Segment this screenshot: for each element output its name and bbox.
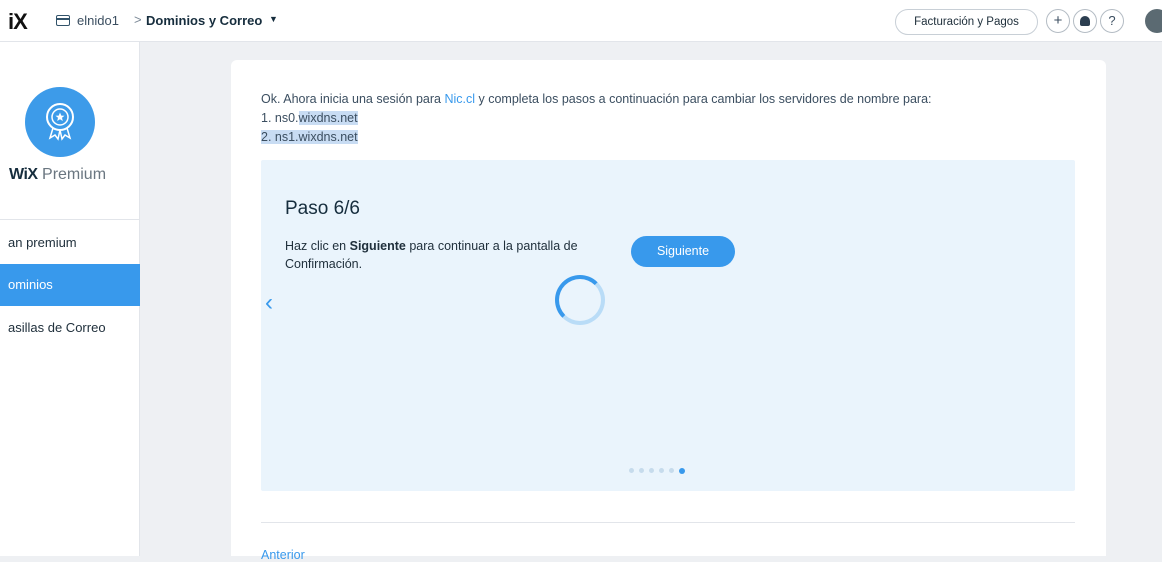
intro-text-start: Ok. Ahora inicia una sesión para <box>261 92 445 106</box>
sidebar-item-casillas-de-correo[interactable]: asillas de Correo <box>0 307 140 349</box>
step-instructions: Haz clic en Siguiente para continuar a l… <box>285 237 605 273</box>
step-dot[interactable] <box>669 468 674 474</box>
premium-badge-icon <box>25 87 95 157</box>
step-panel: Paso 6/6 Haz clic en Siguiente para cont… <box>261 160 1075 491</box>
main-card: Ok. Ahora inicia una sesión para Nic.cl … <box>231 60 1106 562</box>
step-dot[interactable] <box>649 468 654 474</box>
instructions-text: Ok. Ahora inicia una sesión para Nic.cl … <box>261 90 1081 147</box>
nameserver-1-domain: wixdns.net <box>298 111 358 125</box>
sidebar-item-plan-premium[interactable]: an premium <box>0 222 140 264</box>
bell-icon <box>1080 16 1090 26</box>
step-text-bold: Siguiente <box>349 239 406 253</box>
nameserver-1-prefix: 1. ns0. <box>261 111 299 125</box>
nameserver-1: 1. ns0.wixdns.net <box>261 111 358 125</box>
add-button[interactable]: + <box>1046 9 1070 33</box>
sidebar-divider <box>0 219 140 220</box>
step-dot[interactable] <box>659 468 664 474</box>
top-bar: iX elnido1 > Dominios y Correo ▼ Factura… <box>0 0 1162 42</box>
back-arrow-icon[interactable]: ‹ <box>265 289 273 317</box>
previous-link[interactable]: Anterior <box>261 548 305 562</box>
card-divider <box>261 522 1075 523</box>
brand-rest: Premium <box>37 166 107 183</box>
site-icon <box>56 15 70 26</box>
nameserver-2: 2. ns1.wixdns.net <box>261 130 358 144</box>
breadcrumb-current-section[interactable]: Dominios y Correo <box>146 13 262 28</box>
intro-text-end: y completa los pasos a continuación para… <box>475 92 932 106</box>
avatar[interactable] <box>1145 9 1162 33</box>
breadcrumb-separator: > <box>134 12 142 27</box>
step-dot[interactable] <box>629 468 634 474</box>
nic-cl-link[interactable]: Nic.cl <box>444 92 475 106</box>
brand-strong: WiX <box>9 166 38 183</box>
next-button[interactable]: Siguiente <box>631 236 735 267</box>
sidebar: WiX Premium an premium ominios asillas d… <box>0 42 140 556</box>
wix-logo[interactable]: iX <box>8 9 28 35</box>
step-title: Paso 6/6 <box>285 198 360 219</box>
step-dot[interactable] <box>679 467 685 474</box>
help-button[interactable]: ? <box>1100 9 1124 33</box>
loading-spinner-icon <box>555 275 605 325</box>
step-text-start: Haz clic en <box>285 239 350 253</box>
sidebar-item-dominios[interactable]: ominios <box>0 264 140 306</box>
breadcrumb-site[interactable]: elnido1 <box>77 13 119 28</box>
step-dot[interactable] <box>639 468 644 474</box>
billing-button[interactable]: Facturación y Pagos <box>895 9 1038 35</box>
step-indicator <box>629 462 690 474</box>
chevron-down-icon[interactable]: ▼ <box>269 14 278 24</box>
wix-premium-brand: WiX Premium <box>9 166 106 184</box>
notifications-button[interactable] <box>1073 9 1097 33</box>
